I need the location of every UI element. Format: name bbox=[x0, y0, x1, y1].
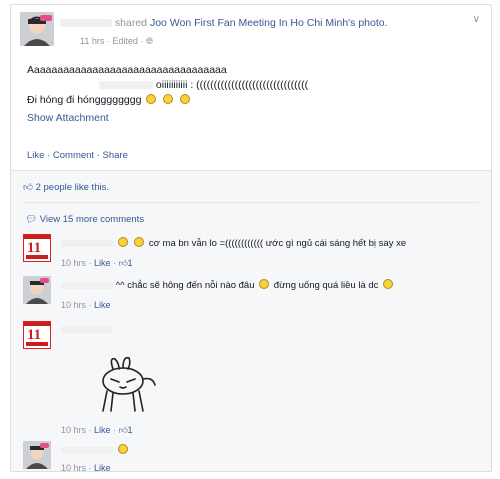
comment-meta: 10 hrs · Like bbox=[61, 463, 111, 473]
commenter-name[interactable] bbox=[61, 239, 113, 247]
photo-link[interactable]: 's photo. bbox=[348, 17, 387, 29]
comment-item: 11 10 hrs · Like · 👍︎1 bbox=[23, 321, 479, 435]
post-card: shared Joo Won First Fan Meeting In Ho C… bbox=[10, 4, 492, 473]
page-link[interactable]: Joo Won First Fan Meeting In Ho Chi Minh bbox=[150, 17, 348, 29]
smiley-icon bbox=[117, 444, 128, 454]
smiley-icon bbox=[146, 94, 157, 104]
show-attachment-link[interactable]: Show Attachment bbox=[27, 111, 475, 126]
commenter-name[interactable] bbox=[61, 446, 113, 454]
comment-like-link[interactable]: Like bbox=[94, 258, 111, 268]
smiley-icon bbox=[259, 279, 270, 289]
avatar[interactable] bbox=[20, 12, 54, 46]
post-body-line: Aaaaaaaaaaaaaaaaaaaaaaaaaaaaaaaaaa bbox=[27, 64, 227, 76]
post-header: shared Joo Won First Fan Meeting In Ho C… bbox=[20, 12, 482, 46]
globe-icon: 🌐︎ bbox=[145, 36, 154, 46]
comment-item: 10 hrs · Like bbox=[23, 441, 479, 477]
like-count[interactable]: 1 bbox=[128, 258, 133, 268]
comments-section: 👍︎ 2 people like this. 💬︎ View 15 more c… bbox=[11, 170, 491, 473]
comment-like-link[interactable]: Like bbox=[94, 300, 111, 310]
comment-text bbox=[61, 444, 130, 456]
thumbs-up-icon: 👍︎ bbox=[118, 258, 128, 268]
comment-text: cơ ma bn vẫn lo =(((((((((((( ước gì ngủ… bbox=[61, 237, 406, 249]
comment-bubble-icon: 💬︎ bbox=[25, 214, 38, 225]
smiley-icon bbox=[117, 237, 128, 247]
author-line: shared Joo Won First Fan Meeting In Ho C… bbox=[60, 17, 388, 29]
likes-summary[interactable]: 👍︎ 2 people like this. bbox=[23, 181, 109, 193]
comment-item: 11 cơ ma bn vẫn lo =(((((((((((( ước gì … bbox=[23, 234, 479, 274]
chevron-down-icon[interactable]: ∨ bbox=[473, 14, 480, 25]
comment-text: ^^ chắc sẽ hông đến nỗi nào đâu đừng uốn… bbox=[61, 279, 395, 291]
comment-like-link[interactable]: Like bbox=[94, 463, 111, 473]
like-count[interactable]: 1 bbox=[128, 425, 133, 435]
smiley-icon bbox=[383, 279, 394, 289]
comment-meta: 10 hrs · Like · 👍︎1 bbox=[61, 425, 133, 435]
thumbs-up-icon: 👍︎ bbox=[118, 425, 128, 435]
comment-meta: 10 hrs · Like bbox=[61, 300, 111, 310]
author-name[interactable] bbox=[60, 19, 112, 28]
commenter-name[interactable] bbox=[61, 325, 113, 333]
comment-like-link[interactable]: Like bbox=[94, 425, 111, 435]
comment-meta: 10 hrs · Like · 👍︎1 bbox=[61, 258, 133, 268]
post-actions: Like · Comment · Share bbox=[27, 150, 128, 161]
thumbs-up-icon: 👍︎ bbox=[23, 182, 33, 193]
divider bbox=[23, 202, 479, 203]
share-link[interactable]: Share bbox=[103, 150, 128, 161]
post-body: Aaaaaaaaaaaaaaaaaaaaaaaaaaaaaaaaaa oiiii… bbox=[27, 63, 475, 126]
view-more-comments-link[interactable]: 💬︎ View 15 more comments bbox=[25, 214, 144, 225]
comment-link[interactable]: Comment bbox=[53, 150, 94, 161]
post-body-line: oiiiiiiiiiii : (((((((((((((((((((((((((… bbox=[27, 78, 475, 93]
edited-label[interactable]: Edited bbox=[112, 36, 138, 46]
like-link[interactable]: Like bbox=[27, 150, 44, 161]
avatar[interactable] bbox=[23, 441, 51, 469]
smiley-icon bbox=[180, 94, 191, 104]
comment-text bbox=[61, 324, 113, 335]
mentioned-name[interactable] bbox=[99, 81, 153, 90]
comment-item: ^^ chắc sẽ hông đến nỗi nào đâu đừng uốn… bbox=[23, 276, 479, 316]
author-action: shared bbox=[114, 17, 148, 29]
post-body-line: Đi hóng đi hóngggggggg bbox=[27, 93, 475, 108]
commenter-name[interactable] bbox=[61, 281, 113, 289]
avatar[interactable] bbox=[23, 276, 51, 304]
avatar[interactable]: 11 bbox=[23, 234, 51, 262]
smiley-icon bbox=[134, 237, 145, 247]
smiley-icon bbox=[163, 94, 174, 104]
sticker-image[interactable] bbox=[93, 355, 163, 415]
post-time[interactable]: 11 hrs bbox=[80, 36, 104, 46]
avatar[interactable]: 11 bbox=[23, 321, 51, 349]
post-meta: 11 hrs · Edited · 🌐︎ bbox=[80, 36, 154, 46]
